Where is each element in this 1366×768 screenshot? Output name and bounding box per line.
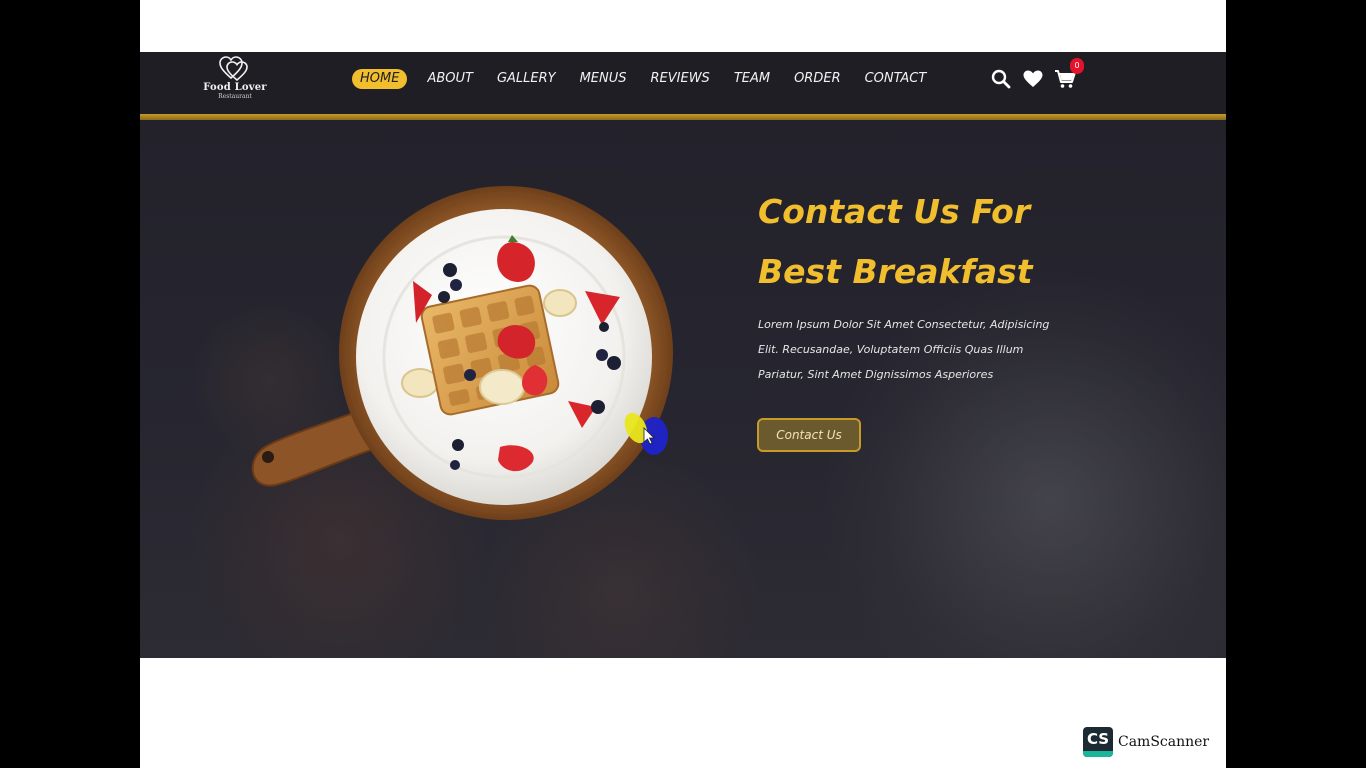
nav-home[interactable]: HOME — [352, 69, 408, 89]
nav-order[interactable]: ORDER — [790, 69, 845, 89]
contact-us-button[interactable]: Contact Us — [757, 418, 861, 452]
camscanner-watermark: CS CamScanner — [1083, 727, 1209, 757]
brand-logo[interactable]: Food Lover Restaurant — [200, 52, 270, 104]
hero-title-line-2: Best Breakfast — [758, 252, 1033, 291]
nav-reviews[interactable]: REVIEWS — [647, 69, 714, 89]
camscanner-name: CamScanner — [1118, 734, 1210, 750]
camscanner-logo-text: CS — [1086, 730, 1110, 748]
waffle-dish-image — [240, 185, 680, 525]
logo-stripe — [1083, 751, 1113, 757]
nav-menus[interactable]: MENUS — [576, 69, 631, 89]
nav-actions: 0 — [990, 58, 1084, 92]
cart-icon[interactable]: 0 — [1054, 58, 1084, 90]
hero-title: Contact Us For Best Breakfast — [758, 182, 1118, 302]
search-icon[interactable] — [990, 68, 1012, 90]
brand-tagline: Restaurant — [218, 93, 252, 100]
nav-contact[interactable]: CONTACT — [861, 69, 931, 89]
browser-viewport: Food Lover Restaurant HOME ABOUT GALLERY… — [140, 0, 1226, 768]
camscanner-logo-icon: CS — [1083, 727, 1113, 757]
brand-name: Food Lover — [203, 82, 267, 93]
heart-icon[interactable] — [1022, 68, 1044, 90]
hero-section: Contact Us For Best Breakfast Lorem Ipsu… — [140, 120, 1226, 658]
hero-description: Lorem Ipsum Dolor Sit Amet Consectetur, … — [758, 318, 1050, 381]
nav-gallery[interactable]: GALLERY — [493, 69, 560, 89]
nav-about[interactable]: ABOUT — [423, 69, 477, 89]
heart-logo-icon — [219, 56, 251, 82]
nav-team[interactable]: TEAM — [730, 69, 774, 89]
hero-title-line-1: Contact Us For — [758, 192, 1031, 231]
navbar: Food Lover Restaurant HOME ABOUT GALLERY… — [140, 52, 1226, 114]
main-nav: HOME ABOUT GALLERY MENUS REVIEWS TEAM OR… — [352, 68, 930, 90]
cart-count-badge: 0 — [1070, 58, 1084, 74]
